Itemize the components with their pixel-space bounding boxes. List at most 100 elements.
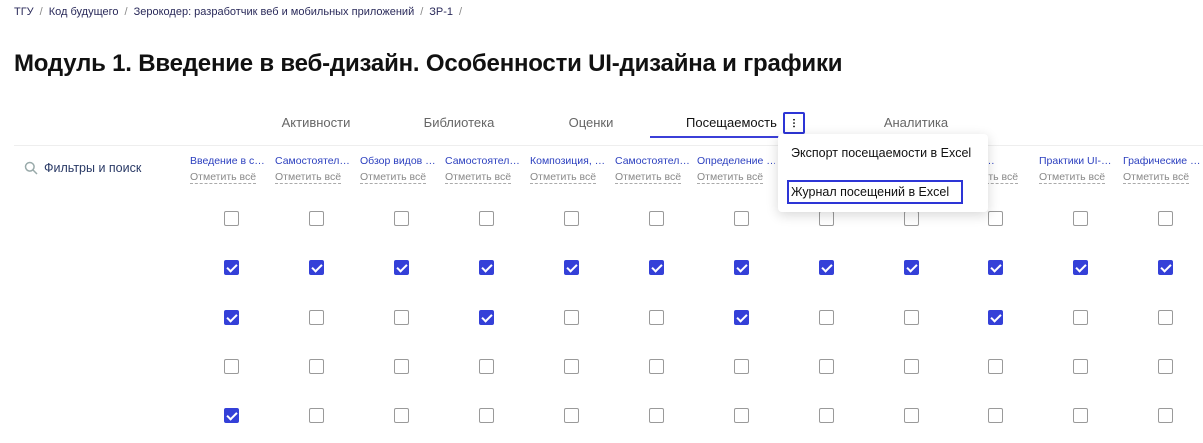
column-title[interactable]: Практики UI-… — [1039, 155, 1117, 167]
attendance-checkbox[interactable] — [394, 359, 409, 374]
attendance-checkbox[interactable] — [564, 310, 579, 325]
attendance-checkbox[interactable] — [649, 359, 664, 374]
mark-all-link[interactable]: Отметить всё — [1123, 171, 1190, 184]
attendance-checkbox[interactable] — [224, 211, 239, 226]
attendance-checkbox[interactable] — [1073, 211, 1088, 226]
attendance-checkbox[interactable] — [819, 359, 834, 374]
breadcrumb-separator: / — [124, 6, 128, 18]
breadcrumb-item-tgu[interactable]: ТГУ — [14, 6, 34, 18]
attendance-checkbox[interactable] — [394, 260, 409, 275]
attendance-checkbox[interactable] — [734, 260, 749, 275]
attendance-checkbox[interactable] — [224, 408, 239, 423]
attendance-checkbox[interactable] — [649, 408, 664, 423]
attendance-checkbox[interactable] — [224, 359, 239, 374]
attendance-checkbox[interactable] — [1158, 310, 1173, 325]
attendance-checkbox[interactable] — [1073, 260, 1088, 275]
attendance-checkbox[interactable] — [819, 260, 834, 275]
column-title[interactable]: Самостоятел… — [445, 155, 523, 167]
filter-search-button[interactable]: Фильтры и поиск — [24, 161, 141, 175]
column-header: Самостоятел… Отметить всё — [615, 155, 695, 185]
attendance-checkbox[interactable] — [819, 310, 834, 325]
mark-all-link[interactable]: Отметить всё — [1039, 171, 1106, 184]
attendance-checkbox[interactable] — [649, 211, 664, 226]
column-header: Графические … Отметить всё — [1123, 155, 1203, 185]
breadcrumb-separator: / — [420, 6, 424, 18]
attendance-checkbox[interactable] — [988, 260, 1003, 275]
attendance-checkbox[interactable] — [394, 408, 409, 423]
tab-library[interactable]: Библиотека — [410, 110, 508, 138]
attendance-checkbox[interactable] — [564, 408, 579, 423]
breadcrumb-item-zerocoder[interactable]: Зерокодер: разработчик веб и мобильных п… — [134, 6, 415, 18]
attendance-checkbox[interactable] — [309, 211, 324, 226]
mark-all-link[interactable]: Отметить всё — [697, 171, 764, 184]
attendance-checkbox[interactable] — [904, 211, 919, 226]
attendance-checkbox[interactable] — [1158, 211, 1173, 226]
attendance-checkbox[interactable] — [1158, 260, 1173, 275]
column-title[interactable]: Определение … — [697, 155, 775, 167]
attendance-checkbox[interactable] — [904, 408, 919, 423]
mark-all-link[interactable]: Отметить всё — [275, 171, 342, 184]
attendance-checkbox[interactable] — [734, 211, 749, 226]
attendance-checkbox[interactable] — [904, 359, 919, 374]
attendance-checkbox[interactable] — [988, 359, 1003, 374]
attendance-checkbox[interactable] — [224, 260, 239, 275]
tab-attendance[interactable]: Посещаемость — [650, 110, 784, 138]
attendance-checkbox[interactable] — [479, 211, 494, 226]
attendance-checkbox[interactable] — [988, 310, 1003, 325]
attendance-journal-excel-item[interactable]: Журнал посещений в Excel — [787, 180, 963, 204]
attendance-checkbox[interactable] — [564, 359, 579, 374]
mark-all-link[interactable]: Отметить всё — [360, 171, 427, 184]
column-header: Самостоятел… Отметить всё — [445, 155, 525, 185]
attendance-checkbox[interactable] — [988, 408, 1003, 423]
attendance-checkbox[interactable] — [479, 310, 494, 325]
attendance-checkbox[interactable] — [734, 359, 749, 374]
more-options-icon[interactable] — [783, 112, 805, 134]
attendance-checkbox[interactable] — [479, 260, 494, 275]
attendance-checkbox[interactable] — [1158, 359, 1173, 374]
column-title[interactable]: Обзор видов … — [360, 155, 438, 167]
breadcrumb-separator: / — [459, 6, 463, 18]
attendance-checkbox[interactable] — [479, 408, 494, 423]
column-title[interactable]: Самостоятел… — [615, 155, 693, 167]
mark-all-link[interactable]: Отметить всё — [190, 171, 257, 184]
tab-activities[interactable]: Активности — [270, 110, 362, 138]
attendance-checkbox[interactable] — [819, 408, 834, 423]
attendance-checkbox[interactable] — [309, 310, 324, 325]
export-attendance-excel-item[interactable]: Экспорт посещаемости в Excel — [791, 146, 971, 160]
attendance-checkbox[interactable] — [734, 408, 749, 423]
tab-grades[interactable]: Оценки — [555, 110, 627, 138]
column-header: Самостоятел… Отметить всё — [275, 155, 355, 185]
attendance-checkbox[interactable] — [1073, 310, 1088, 325]
attendance-checkbox[interactable] — [1073, 359, 1088, 374]
attendance-checkbox[interactable] — [649, 260, 664, 275]
column-title[interactable]: Графические … — [1123, 155, 1201, 167]
mark-all-link[interactable]: Отметить всё — [530, 171, 597, 184]
mark-all-link[interactable]: Отметить всё — [445, 171, 512, 184]
attendance-checkbox[interactable] — [819, 211, 834, 226]
attendance-checkbox[interactable] — [224, 310, 239, 325]
attendance-checkbox[interactable] — [394, 310, 409, 325]
attendance-checkbox[interactable] — [734, 310, 749, 325]
attendance-checkbox[interactable] — [1073, 408, 1088, 423]
attendance-checkbox[interactable] — [988, 211, 1003, 226]
attendance-checkbox[interactable] — [479, 359, 494, 374]
mark-all-link[interactable]: Отметить всё — [615, 171, 682, 184]
attendance-checkbox[interactable] — [394, 211, 409, 226]
attendance-checkbox[interactable] — [309, 359, 324, 374]
attendance-checkbox[interactable] — [564, 211, 579, 226]
column-title[interactable]: Введение в с… — [190, 155, 268, 167]
attendance-checkbox[interactable] — [309, 408, 324, 423]
attendance-checkbox[interactable] — [904, 260, 919, 275]
attendance-checkbox[interactable] — [649, 310, 664, 325]
attendance-checkbox[interactable] — [564, 260, 579, 275]
column-title[interactable]: Самостоятел… — [275, 155, 353, 167]
breadcrumb-item-code-future[interactable]: Код будущего — [49, 6, 119, 18]
attendance-checkbox[interactable] — [309, 260, 324, 275]
search-icon — [24, 161, 38, 175]
attendance-checkbox[interactable] — [904, 310, 919, 325]
column-title[interactable]: Композиция, … — [530, 155, 608, 167]
breadcrumb-item-group[interactable]: ЗР-1 — [429, 6, 453, 18]
tab-bar: Активности Библиотека Оценки Посещаемост… — [0, 110, 1203, 138]
page-title: Модуль 1. Введение в веб-дизайн. Особенн… — [14, 50, 843, 77]
attendance-checkbox[interactable] — [1158, 408, 1173, 423]
